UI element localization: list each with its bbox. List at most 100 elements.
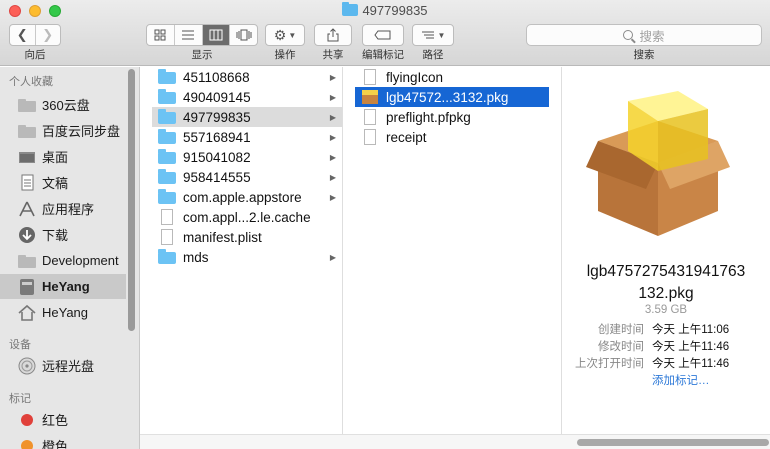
back-button[interactable]: ❮ bbox=[10, 25, 36, 45]
list-item[interactable]: flyingIcon bbox=[355, 67, 549, 87]
sidebar-item-applications[interactable]: 应用程序 bbox=[0, 196, 126, 221]
sidebar-item-heyang-computer[interactable]: HeYang bbox=[0, 274, 126, 299]
list-item[interactable]: 915041082 ▶ bbox=[152, 147, 342, 167]
home-icon bbox=[16, 304, 38, 322]
disclosure-arrow-icon: ▶ bbox=[329, 72, 336, 82]
meta-value: 今天 上午11:46 bbox=[652, 341, 730, 353]
documents-icon bbox=[16, 174, 38, 192]
list-item[interactable]: preflight.pfpkg bbox=[355, 107, 549, 127]
sidebar-item-360[interactable]: 360云盘 bbox=[0, 92, 126, 117]
view-mode-control bbox=[146, 24, 258, 46]
sidebar-scrollbar[interactable] bbox=[128, 69, 135, 331]
package-icon bbox=[586, 91, 730, 236]
package-icon bbox=[362, 90, 378, 104]
applications-icon bbox=[16, 200, 38, 218]
sidebar-item-label: 文稿 bbox=[42, 176, 69, 191]
column-2: flyingIcon lgb47572...3132.pkg preflight… bbox=[355, 67, 562, 434]
sidebar-item-tag-red[interactable]: 红色 bbox=[0, 407, 126, 432]
forward-button[interactable]: ❯ bbox=[36, 25, 61, 45]
list-item[interactable]: 557168941 ▶ bbox=[152, 127, 342, 147]
meta-value: 今天 上午11:46 bbox=[652, 358, 730, 370]
edit-tags-label: 编辑标记 bbox=[362, 49, 404, 61]
preview-pane: lgb4757275431941763 132.pkg 3.59 GB 创建时间… bbox=[562, 67, 770, 434]
item-name: com.appl...2.le.cache bbox=[183, 209, 311, 225]
icon-view-button[interactable] bbox=[147, 25, 175, 45]
list-item-selected[interactable]: lgb47572...3132.pkg bbox=[355, 87, 549, 107]
column-1: 451108668 ▶ 490409145 ▶ 497799835 ▶ 5571689… bbox=[152, 67, 343, 434]
share-button[interactable] bbox=[314, 24, 352, 46]
sidebar-item-label: 下载 bbox=[42, 228, 69, 243]
list-item[interactable]: 958414555 ▶ bbox=[152, 167, 342, 187]
sidebar-item-tag-orange[interactable]: 橙色 bbox=[0, 433, 126, 449]
list-item[interactable]: 451108668 ▶ bbox=[152, 67, 342, 87]
list-item[interactable]: receipt bbox=[355, 127, 549, 147]
path-button[interactable]: ▼ bbox=[412, 24, 454, 46]
sidebar-item-downloads[interactable]: 下载 bbox=[0, 222, 126, 247]
share-icon bbox=[327, 28, 339, 42]
edit-tags-face bbox=[363, 25, 403, 45]
sidebar-item-label: HeYang bbox=[42, 305, 89, 320]
action-button[interactable]: ⚙ ▼ bbox=[265, 24, 305, 46]
list-icon bbox=[182, 30, 195, 40]
document-icon bbox=[364, 109, 376, 125]
document-icon bbox=[364, 129, 376, 145]
devices-header: 设备 bbox=[9, 339, 31, 351]
sidebar-item-label: 远程光盘 bbox=[42, 359, 95, 374]
sidebar-item-documents[interactable]: 文稿 bbox=[0, 170, 126, 195]
search-input[interactable]: 搜索 bbox=[526, 24, 762, 46]
disclosure-arrow-icon: ▶ bbox=[329, 152, 336, 162]
list-item[interactable]: 490409145 ▶ bbox=[152, 87, 342, 107]
toolbar: 497799835 ❮ ❯ 向后 显示 ⚙ ▼ 操作 共享 编辑标记 ▼ 路径 … bbox=[0, 0, 770, 66]
list-item[interactable]: mds ▶ bbox=[152, 247, 342, 267]
grid-icon bbox=[154, 29, 166, 41]
folder-icon bbox=[16, 96, 38, 114]
sidebar-item-label: HeYang bbox=[42, 279, 90, 294]
path-button-face: ▼ bbox=[413, 25, 453, 45]
downloads-icon bbox=[16, 226, 38, 244]
folder-icon bbox=[158, 89, 176, 104]
sidebar-item-baidu[interactable]: 百度云同步盘 bbox=[0, 118, 126, 143]
list-item[interactable]: com.appl...2.le.cache bbox=[152, 207, 342, 227]
path-label: 路径 bbox=[422, 49, 444, 61]
horizontal-scrollbar[interactable] bbox=[140, 434, 770, 449]
tags-header: 标记 bbox=[9, 393, 31, 405]
list-item[interactable]: manifest.plist bbox=[152, 227, 342, 247]
chevron-down-icon: ▼ bbox=[437, 30, 446, 40]
favorites-header: 个人收藏 bbox=[9, 76, 53, 88]
meta-label: 上次打开时间 bbox=[575, 358, 644, 370]
gear-icon: ⚙ bbox=[273, 26, 287, 43]
sidebar: 个人收藏 360云盘 百度云同步盘 桌面 文稿 应用程序 下载 Developm… bbox=[0, 67, 140, 449]
coverflow-view-button[interactable] bbox=[230, 25, 257, 45]
item-name: 451108668 bbox=[183, 69, 250, 85]
desktop-icon bbox=[16, 148, 38, 166]
add-tag-link[interactable]: 添加标记… bbox=[652, 372, 710, 388]
sidebar-item-heyang-home[interactable]: HeYang bbox=[0, 300, 126, 325]
folder-icon bbox=[342, 2, 359, 16]
column-view-button[interactable] bbox=[202, 25, 231, 45]
action-button-face: ⚙ ▼ bbox=[266, 25, 304, 45]
item-name: 958414555 bbox=[183, 169, 251, 185]
disclosure-arrow-icon: ▶ bbox=[329, 92, 336, 102]
folder-icon bbox=[16, 122, 38, 140]
columns-icon bbox=[209, 29, 223, 41]
sidebar-item-label: 360云盘 bbox=[42, 98, 90, 113]
sidebar-item-label: 百度云同步盘 bbox=[42, 124, 121, 139]
tag-icon bbox=[374, 30, 391, 40]
horizontal-scroll-thumb[interactable] bbox=[577, 439, 769, 446]
document-icon bbox=[364, 69, 376, 85]
red-tag-icon bbox=[16, 411, 38, 429]
chevron-down-icon: ▼ bbox=[288, 30, 297, 40]
search-icon bbox=[623, 30, 634, 40]
folder-icon bbox=[158, 189, 176, 204]
list-item-selected[interactable]: 497799835 ▶ bbox=[152, 107, 342, 127]
edit-tags-button[interactable] bbox=[362, 24, 404, 46]
sidebar-item-remote-disc[interactable]: 远程光盘 bbox=[0, 353, 126, 378]
list-item[interactable]: com.apple.appstore ▶ bbox=[152, 187, 342, 207]
sidebar-item-development[interactable]: Development bbox=[0, 248, 126, 273]
back-forward-control: ❮ ❯ bbox=[9, 24, 61, 46]
list-view-button[interactable] bbox=[175, 25, 203, 45]
sidebar-item-desktop[interactable]: 桌面 bbox=[0, 144, 126, 169]
folder-icon bbox=[158, 249, 176, 264]
path-icon bbox=[421, 31, 434, 39]
folder-icon bbox=[158, 109, 176, 124]
